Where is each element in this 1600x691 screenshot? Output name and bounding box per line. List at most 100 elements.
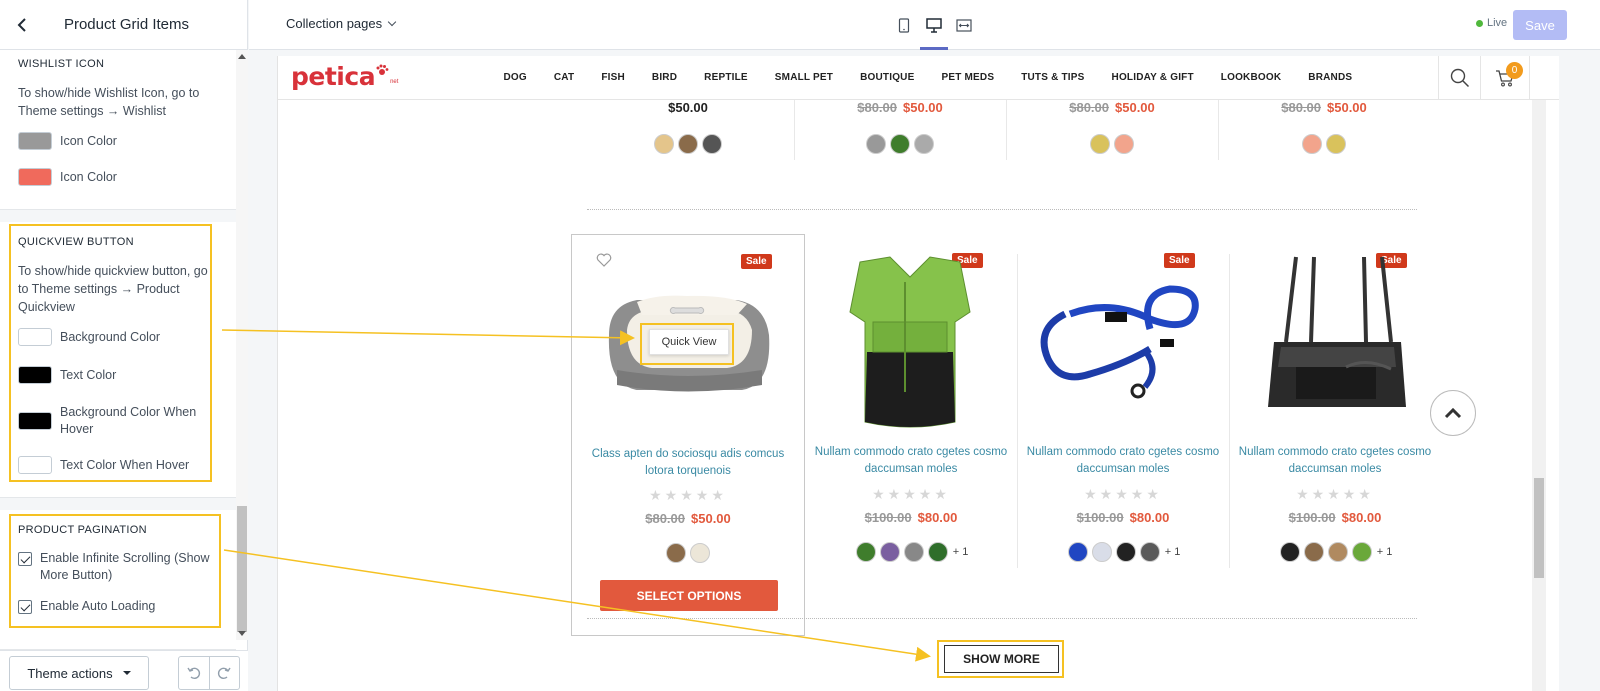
back-arrow-icon[interactable] — [12, 15, 32, 35]
store-logo[interactable]: petica net — [291, 62, 398, 91]
scrollbar-thumb[interactable] — [237, 506, 247, 632]
variant-thumbnail[interactable] — [1327, 542, 1348, 562]
variant-thumbnail[interactable] — [678, 134, 698, 154]
product-card-featured[interactable]: Sale Quick View Class apten do sociosqu … — [571, 234, 805, 636]
quickview-text-color-row[interactable]: Text Color — [18, 366, 218, 384]
theme-actions-button[interactable]: Theme actions — [9, 656, 149, 690]
product-card[interactable]: Sale Nullam commodo crato cgetes cosmo d… — [805, 234, 1017, 614]
color-swatch[interactable] — [18, 366, 52, 384]
cart-icon[interactable]: 0 — [1480, 56, 1530, 100]
quickview-hover-bg-color-row[interactable]: Background Color When Hover — [18, 404, 218, 438]
product-image-dog-leash[interactable] — [1025, 254, 1215, 434]
variant-thumbnail[interactable] — [1090, 134, 1110, 154]
variant-thumbnail[interactable] — [666, 543, 686, 563]
back-to-top-button[interactable] — [1430, 390, 1476, 436]
variant-thumbnail[interactable] — [1139, 542, 1160, 562]
infinite-scroll-option[interactable]: Enable Infinite Scrolling (Show More But… — [18, 550, 218, 584]
price-old: $80.00 — [645, 511, 685, 526]
color-swatch[interactable] — [18, 412, 52, 430]
variant-thumbnail[interactable] — [654, 134, 674, 154]
product-title[interactable]: Nullam commodo crato cgetes cosmo daccum… — [805, 444, 1017, 478]
sidebar-scrollbar[interactable] — [236, 50, 248, 640]
variant-thumbnail[interactable] — [1303, 542, 1324, 562]
show-more-button[interactable]: SHOW MORE — [944, 645, 1059, 673]
variant-thumbnail[interactable] — [866, 134, 886, 154]
variant-thumbnail[interactable] — [855, 542, 876, 562]
nav-item-brands[interactable]: BRANDS — [1295, 72, 1366, 83]
more-variants-count[interactable]: + 1 — [953, 546, 969, 558]
nav-item-dog[interactable]: DOG — [490, 72, 540, 83]
product-title[interactable]: Class apten do sociosqu adis comcus loto… — [572, 446, 804, 480]
variant-thumbnail[interactable] — [1067, 542, 1088, 562]
variant-thumbnail[interactable] — [702, 134, 722, 154]
scrollbar-thumb[interactable] — [1534, 478, 1544, 578]
quickview-bg-color-row[interactable]: Background Color — [18, 328, 218, 346]
variant-thumbnails — [800, 134, 1000, 154]
preview-scrollbar[interactable] — [1532, 100, 1546, 691]
scroll-up-arrow-icon[interactable] — [238, 54, 246, 59]
column-divider — [1218, 100, 1219, 160]
desktop-icon[interactable] — [920, 0, 948, 50]
variant-thumbnails — [1012, 134, 1212, 154]
variant-thumbnail[interactable] — [890, 134, 910, 154]
nav-item-holiday-gift[interactable]: HOLIDAY & GIFT — [1098, 72, 1207, 83]
page-type-select[interactable]: Collection pages — [286, 16, 397, 31]
rating-stars: ★★★★★ — [1296, 486, 1374, 502]
product-image-dog-vest[interactable] — [815, 252, 1005, 432]
search-icon[interactable] — [1438, 56, 1480, 100]
nav-item-small-pet[interactable]: SMALL PET — [761, 72, 846, 83]
variant-thumbnail[interactable] — [903, 542, 924, 562]
variant-thumbnail[interactable] — [1326, 134, 1346, 154]
wishlist-icon-active-color-row[interactable]: Icon Color — [18, 168, 218, 186]
nav-item-tuts-tips[interactable]: TUTS & TIPS — [1008, 72, 1098, 83]
color-swatch[interactable] — [18, 132, 52, 150]
variant-thumbnail[interactable] — [927, 542, 948, 562]
variant-thumbnail[interactable] — [690, 543, 710, 563]
auto-loading-checkbox[interactable] — [18, 600, 32, 614]
full-width-icon[interactable] — [953, 0, 975, 50]
undo-icon[interactable] — [179, 657, 210, 689]
redo-icon[interactable] — [210, 657, 240, 689]
variant-thumbnail[interactable] — [914, 134, 934, 154]
nav-item-pet-meds[interactable]: PET MEDS — [928, 72, 1008, 83]
quick-view-button[interactable]: Quick View — [649, 329, 729, 355]
variant-thumbnail[interactable] — [1351, 542, 1372, 562]
color-label: Text Color — [60, 367, 117, 382]
variant-thumbnail[interactable] — [1279, 542, 1300, 562]
column-divider — [794, 100, 795, 160]
price-current: $80.00 — [917, 510, 958, 525]
nav-item-boutique[interactable]: BOUTIQUE — [847, 72, 928, 83]
color-swatch[interactable] — [18, 168, 52, 186]
product-title[interactable]: Nullam commodo crato cgetes cosmo daccum… — [1229, 444, 1441, 478]
variant-thumbnail[interactable] — [1302, 134, 1322, 154]
select-options-button[interactable]: SELECT OPTIONS — [600, 580, 778, 611]
variant-thumbnail[interactable] — [1115, 542, 1136, 562]
nav-item-fish[interactable]: FISH — [588, 72, 639, 83]
quickview-hover-text-color-row[interactable]: Text Color When Hover — [18, 456, 218, 474]
product-image-pet-carrier[interactable] — [1241, 244, 1431, 424]
auto-loading-option[interactable]: Enable Auto Loading — [18, 598, 218, 615]
variant-thumbnail[interactable] — [879, 542, 900, 562]
more-variants-count[interactable]: + 1 — [1377, 546, 1393, 558]
product-title[interactable]: Nullam commodo crato cgetes cosmo daccum… — [1017, 444, 1229, 478]
save-button[interactable]: Save — [1513, 10, 1567, 40]
wishlist-icon-color-row[interactable]: Icon Color — [18, 132, 218, 150]
nav-item-bird[interactable]: BIRD — [638, 72, 690, 83]
nav-item-cat[interactable]: CAT — [540, 72, 587, 83]
color-swatch[interactable] — [18, 456, 52, 474]
product-card[interactable]: Sale Nullam commodo crato cgetes cosmo d… — [1229, 234, 1441, 614]
variant-thumbnail[interactable] — [1114, 134, 1134, 154]
product-card[interactable]: Sale Nullam commodo crato cgetes cosmo d… — [1017, 234, 1229, 614]
mobile-icon[interactable] — [893, 0, 915, 50]
scroll-down-arrow-icon[interactable] — [238, 631, 246, 636]
nav-item-lookbook[interactable]: LOOKBOOK — [1207, 72, 1295, 83]
nav-item-reptile[interactable]: REPTILE — [691, 72, 762, 83]
variant-thumbnail[interactable] — [1091, 542, 1112, 562]
color-label: Background Color — [60, 329, 161, 344]
checkbox-label: Enable Auto Loading — [40, 599, 156, 613]
infinite-scroll-checkbox[interactable] — [18, 552, 32, 566]
more-variants-count[interactable]: + 1 — [1165, 546, 1181, 558]
color-swatch[interactable] — [18, 328, 52, 346]
wishlist-heart-icon[interactable] — [596, 253, 612, 270]
top-row-price: $80.00 $50.00 — [1012, 100, 1212, 115]
